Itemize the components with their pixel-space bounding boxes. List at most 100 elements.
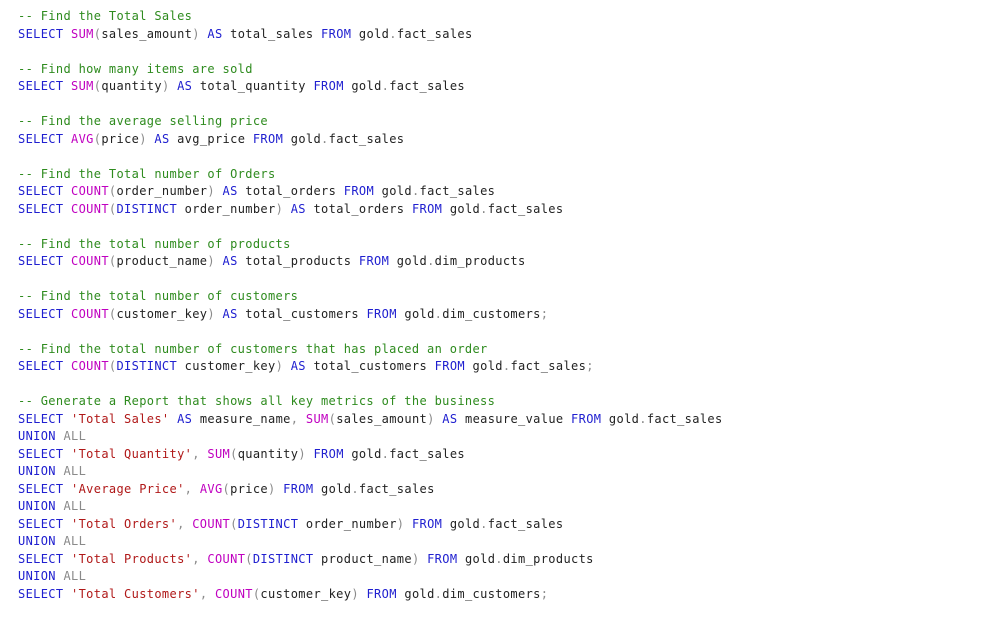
sql-identifier: gold [457, 551, 496, 566]
sql-punctuation: ) [207, 306, 215, 321]
code-line: SELECT AVG(price) AS avg_price FROM gold… [18, 131, 988, 149]
sql-function: COUNT [71, 359, 109, 373]
sql-identifier: sales_amount [336, 411, 428, 426]
sql-identifier: total_customers [237, 306, 367, 321]
sql-string: 'Total Customers' [71, 586, 200, 601]
sql-keyword: FROM [366, 586, 397, 601]
sql-keyword-all: ALL [63, 429, 87, 443]
sql-identifier: quantity [237, 446, 299, 461]
sql-keyword: FROM [571, 411, 602, 426]
code-line: UNION ALL [18, 533, 988, 551]
sql-keyword: AS [290, 201, 306, 216]
sql-punctuation: ) [207, 184, 215, 198]
sql-identifier [215, 184, 223, 198]
sql-keyword: SELECT [18, 516, 64, 531]
code-line: SELECT COUNT(order_number) AS total_orde… [18, 183, 988, 201]
sql-keyword: DISTINCT [252, 551, 314, 566]
code-line: -- Find how many items are sold [18, 61, 988, 79]
sql-identifier [63, 447, 71, 461]
sql-identifier [283, 359, 291, 373]
sql-keyword: UNION [18, 429, 56, 443]
sql-function: COUNT [214, 586, 253, 601]
sql-keyword: AS [177, 411, 193, 426]
code-line: SELECT 'Total Customers', COUNT(customer… [18, 586, 988, 604]
code-line: SELECT COUNT(DISTINCT order_number) AS t… [18, 201, 988, 219]
sql-keyword: SELECT [18, 201, 64, 216]
sql-punctuation: ( [230, 446, 238, 461]
sql-punctuation: ) [351, 586, 359, 601]
sql-identifier: sales_amount [101, 26, 193, 41]
sql-identifier [283, 202, 291, 216]
sql-punctuation: ( [245, 551, 253, 566]
sql-identifier: fact_sales [510, 359, 587, 373]
sql-identifier: fact_sales [328, 131, 405, 146]
sql-identifier: customer_key [116, 306, 208, 321]
sql-keyword: UNION [18, 499, 56, 513]
code-line: SELECT 'Average Price', AVG(price) FROM … [18, 481, 988, 499]
sql-punctuation: , [192, 551, 200, 566]
sql-function: SUM [207, 446, 231, 461]
sql-identifier [63, 254, 71, 268]
sql-identifier [63, 184, 71, 198]
sql-identifier [63, 359, 71, 373]
sql-identifier [298, 412, 306, 426]
sql-identifier: gold [389, 254, 428, 268]
sql-keyword: SELECT [18, 131, 64, 146]
sql-identifier: quantity [101, 79, 162, 93]
sql-function: COUNT [71, 254, 109, 268]
sql-punctuation: . [480, 201, 488, 216]
sql-comment: -- Find the Total number of Orders [18, 166, 276, 181]
sql-punctuation: ) [192, 26, 200, 41]
sql-identifier: gold [283, 131, 322, 146]
code-line: SELECT COUNT(product_name) AS total_prod… [18, 253, 988, 271]
sql-identifier [63, 132, 71, 146]
sql-string: 'Total Products' [71, 551, 193, 566]
code-line: UNION ALL [18, 568, 988, 586]
code-line: UNION ALL [18, 463, 988, 481]
sql-identifier [215, 307, 223, 321]
sql-keyword: UNION [18, 534, 56, 548]
sql-identifier [63, 79, 71, 93]
code-line: SELECT COUNT(customer_key) AS total_cust… [18, 306, 988, 324]
sql-keyword: FROM [313, 446, 344, 461]
sql-keyword: DISTINCT [116, 201, 178, 216]
sql-keyword: FROM [411, 516, 443, 531]
code-line: SELECT 'Total Orders', COUNT(DISTINCT or… [18, 516, 988, 534]
sql-function: COUNT [71, 184, 109, 198]
sql-identifier: gold [343, 446, 382, 461]
sql-identifier [63, 587, 71, 601]
sql-editor[interactable]: -- Find the Total Sales SELECT SUM(sales_… [18, 8, 988, 613]
sql-identifier [63, 307, 71, 321]
sql-punctuation: ) [298, 446, 306, 461]
sql-function: COUNT [192, 516, 231, 531]
sql-comment: -- Generate a Report that shows all key … [18, 394, 496, 408]
sql-keyword: AS [290, 359, 306, 373]
sql-identifier: gold [343, 79, 382, 93]
sql-string: 'Total Quantity' [71, 446, 193, 461]
sql-function: AVG [71, 131, 94, 146]
code-line: -- Generate a Report that shows all key … [18, 393, 988, 411]
sql-keyword: FROM [313, 79, 344, 93]
sql-identifier: total_orders [237, 184, 344, 198]
sql-identifier [170, 79, 178, 93]
sql-keyword: AS [442, 411, 458, 426]
sql-identifier [192, 482, 200, 496]
sql-keyword: FROM [283, 481, 314, 496]
sql-punctuation: . [480, 516, 488, 531]
sql-identifier: measure_name [192, 411, 291, 426]
sql-keyword: SELECT [18, 359, 64, 373]
sql-punctuation: . [389, 26, 397, 41]
sql-keyword: SELECT [18, 551, 64, 566]
sql-identifier: order_number [177, 201, 276, 216]
sql-punctuation: ) [139, 131, 147, 146]
sql-punctuation: ( [222, 481, 231, 496]
sql-keyword: FROM [434, 359, 465, 373]
sql-punctuation: . [427, 254, 435, 268]
sql-punctuation: . [321, 131, 329, 146]
sql-identifier: gold [396, 586, 435, 601]
sql-identifier [63, 27, 71, 41]
sql-keyword-all: ALL [63, 464, 87, 478]
